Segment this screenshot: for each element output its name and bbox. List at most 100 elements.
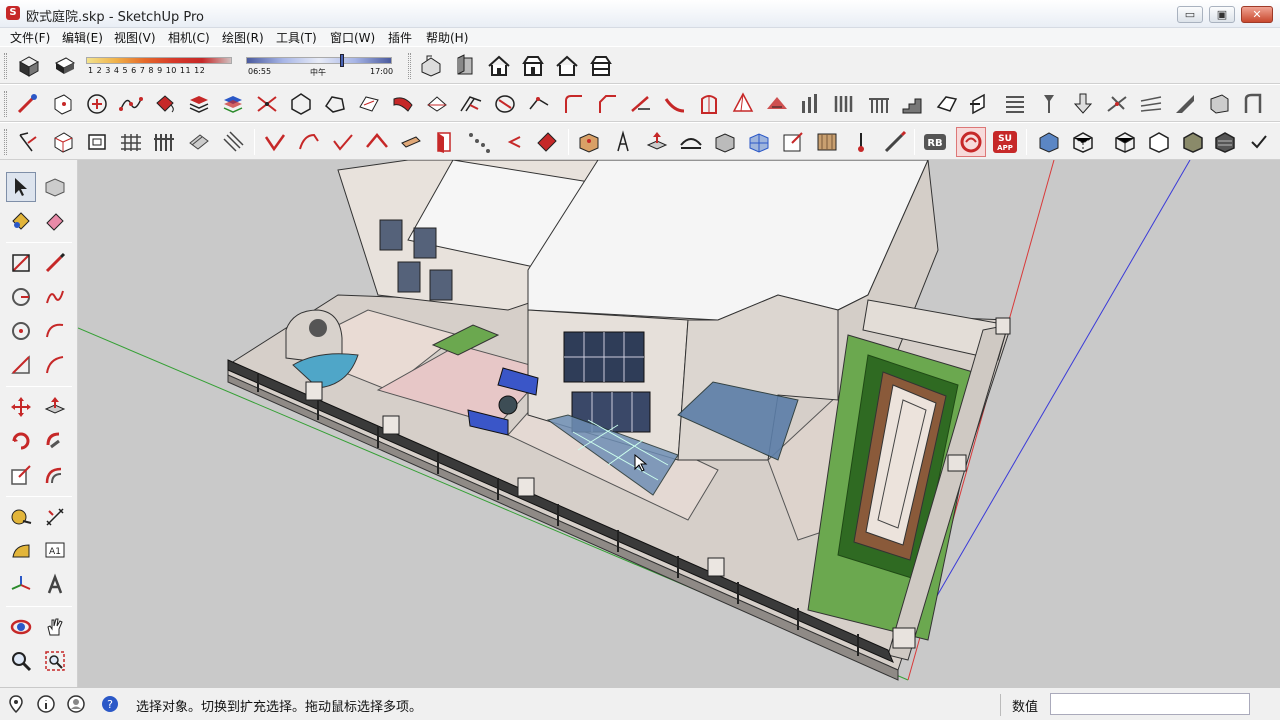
maximize-button[interactable]: ▣ <box>1209 6 1235 23</box>
blue-grid-box-icon[interactable] <box>744 127 774 157</box>
railing-icon[interactable] <box>864 89 894 119</box>
orbit-icon[interactable] <box>6 612 36 642</box>
style-backedges-icon[interactable] <box>1068 127 1098 157</box>
plank-icon[interactable] <box>396 127 426 157</box>
frame-edit-icon[interactable] <box>778 127 808 157</box>
scale-icon[interactable] <box>6 460 36 490</box>
display-shadows-icon[interactable] <box>50 51 80 81</box>
zoom-window-icon[interactable] <box>40 646 70 676</box>
pan-hand-icon[interactable] <box>40 612 70 642</box>
left-view-icon[interactable] <box>586 51 616 81</box>
soap-skin-icon[interactable] <box>354 89 384 119</box>
follow-me-icon[interactable] <box>40 426 70 456</box>
circle-icon[interactable] <box>6 282 36 312</box>
face-tool-icon[interactable] <box>932 89 962 119</box>
text-tool-icon[interactable]: A1 <box>40 536 70 566</box>
array-bars-icon[interactable] <box>796 89 826 119</box>
push-shape-icon[interactable] <box>48 89 78 119</box>
style-xray-icon[interactable] <box>1034 127 1064 157</box>
measurements-input[interactable] <box>1050 693 1250 715</box>
menu-draw[interactable]: 绘图(R) <box>222 29 264 46</box>
checkmark-icon[interactable] <box>1244 127 1274 157</box>
style-textured-icon[interactable] <box>1210 127 1240 157</box>
pencil-line-icon[interactable] <box>40 248 70 278</box>
right-view-icon[interactable] <box>518 51 548 81</box>
chamfer-icon[interactable] <box>592 89 622 119</box>
move-icon[interactable] <box>6 392 36 422</box>
arc-roof-icon[interactable] <box>362 127 392 157</box>
su-app-icon[interactable]: SU APP <box>990 127 1020 157</box>
texture-icon[interactable] <box>812 127 842 157</box>
eraser-icon[interactable] <box>40 206 70 236</box>
rotate-icon[interactable] <box>6 426 36 456</box>
grid-fence-icon[interactable] <box>116 127 146 157</box>
toolbar-grip[interactable] <box>4 91 7 117</box>
layers-color-icon[interactable] <box>218 89 248 119</box>
pyramid-icon[interactable] <box>728 89 758 119</box>
tube-icon[interactable] <box>1238 89 1268 119</box>
move-down-icon[interactable] <box>1068 89 1098 119</box>
pencil-edge-icon[interactable] <box>14 127 44 157</box>
make-component-icon[interactable] <box>40 172 70 202</box>
fillet-icon[interactable] <box>558 89 588 119</box>
lines-stack-icon[interactable] <box>1000 89 1030 119</box>
dots-path-icon[interactable] <box>464 127 494 157</box>
arc-arrow-icon[interactable] <box>524 89 554 119</box>
menu-window[interactable]: 窗口(W) <box>330 29 375 46</box>
arc-icon[interactable] <box>40 316 70 346</box>
stairs-icon[interactable] <box>898 89 928 119</box>
close-button[interactable]: ✕ <box>1241 6 1273 23</box>
section-plane-icon[interactable] <box>966 89 996 119</box>
drop-tool-icon[interactable] <box>1034 89 1064 119</box>
arrow-left-curve-icon[interactable] <box>498 127 528 157</box>
time-slider-track[interactable] <box>246 57 392 64</box>
geolocation-icon[interactable] <box>6 694 26 714</box>
follow-path-icon[interactable] <box>456 89 486 119</box>
style-shaded-icon[interactable] <box>1178 127 1208 157</box>
tag-red-icon[interactable] <box>532 127 562 157</box>
menu-tools[interactable]: 工具(T) <box>276 29 317 46</box>
menu-file[interactable]: 文件(F) <box>10 29 50 46</box>
solid-box-icon[interactable] <box>710 127 740 157</box>
model-viewport[interactable] <box>78 160 1280 687</box>
layers-stack-icon[interactable] <box>184 89 214 119</box>
polygon-tool-icon[interactable] <box>6 316 36 346</box>
intersect-lines-icon[interactable] <box>252 89 282 119</box>
edge-red-icon[interactable] <box>260 127 290 157</box>
style-hiddenline-icon[interactable] <box>1144 127 1174 157</box>
toolbar-grip[interactable] <box>408 53 411 79</box>
help-icon[interactable]: ? <box>100 694 120 714</box>
pin-red-icon[interactable] <box>846 127 876 157</box>
style-wireframe-icon[interactable] <box>1110 127 1140 157</box>
sphere-tool-icon[interactable] <box>422 89 452 119</box>
toolbar-grip[interactable] <box>4 129 7 155</box>
cube-red-icon[interactable] <box>48 127 78 157</box>
offset-shape-icon[interactable] <box>320 89 350 119</box>
freehand-icon[interactable] <box>40 282 70 312</box>
menu-view[interactable]: 视图(V) <box>114 29 156 46</box>
time-slider[interactable]: 06:55 中午 17:00 <box>246 54 396 79</box>
extend-line-icon[interactable] <box>626 89 656 119</box>
bars-grid-icon[interactable] <box>150 127 180 157</box>
user-account-icon[interactable] <box>66 694 86 714</box>
curve-points-icon[interactable] <box>116 89 146 119</box>
pushpull-red-icon[interactable] <box>642 127 672 157</box>
offset-icon[interactable] <box>40 460 70 490</box>
3d-text-icon[interactable] <box>40 570 70 600</box>
weld-icon[interactable] <box>1102 89 1132 119</box>
back-view-icon[interactable] <box>552 51 582 81</box>
polygon-icon[interactable] <box>286 89 316 119</box>
shell-icon[interactable] <box>1204 89 1234 119</box>
door-icon[interactable] <box>430 127 460 157</box>
hatch-icon[interactable] <box>218 127 248 157</box>
edge-curve-icon[interactable] <box>294 127 324 157</box>
front-view-icon[interactable] <box>484 51 514 81</box>
axes-icon[interactable] <box>6 570 36 600</box>
pie-icon[interactable] <box>6 350 36 380</box>
time-slider-thumb[interactable] <box>340 54 344 67</box>
dimension-icon[interactable] <box>40 502 70 532</box>
protractor-icon[interactable] <box>6 536 36 566</box>
rb-plugin-icon[interactable]: RB <box>920 127 950 157</box>
box-frame-icon[interactable] <box>82 127 112 157</box>
circle-plus-icon[interactable] <box>82 89 112 119</box>
